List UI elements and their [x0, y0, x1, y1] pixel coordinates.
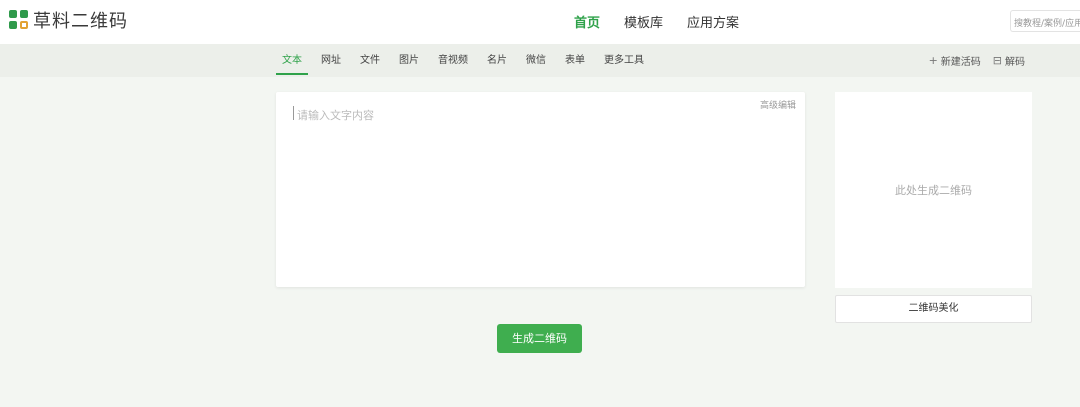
logo-icon	[9, 10, 29, 30]
tab-url[interactable]: 网址	[315, 44, 347, 77]
text-caret	[293, 106, 294, 120]
qr-preview-panel: 此处生成二维码	[835, 92, 1032, 288]
tab-audio-video[interactable]: 音视频	[432, 44, 474, 77]
qr-preview-hint: 此处生成二维码	[895, 184, 972, 197]
type-tabs: 文本 网址 文件 图片 音视频 名片 微信 表单 更多工具	[276, 44, 650, 77]
new-live-code-button[interactable]: + 新建活码	[929, 53, 981, 68]
tab-business-card[interactable]: 名片	[481, 44, 513, 77]
top-header: 草料二维码 首页 模板库 应用方案 搜教程/案例/应用	[0, 0, 1080, 44]
tab-image[interactable]: 图片	[393, 44, 425, 77]
nav-item-solutions[interactable]: 应用方案	[687, 12, 739, 31]
tab-text[interactable]: 文本	[276, 44, 308, 77]
decode-label: 解码	[1005, 57, 1025, 68]
plus-icon: +	[928, 54, 938, 67]
search-input[interactable]: 搜教程/案例/应用	[1010, 10, 1080, 32]
advanced-edit-link[interactable]: 高级编辑	[760, 98, 796, 111]
brand-name: 草料二维码	[33, 11, 128, 32]
editor-placeholder: 请输入文字内容	[297, 109, 374, 122]
tab-more-tools[interactable]: 更多工具	[598, 44, 650, 77]
tab-form[interactable]: 表单	[559, 44, 591, 77]
tab-wechat[interactable]: 微信	[520, 44, 552, 77]
qr-beautify-button[interactable]: 二维码美化	[835, 295, 1032, 323]
decode-button[interactable]: ⊟ 解码	[993, 53, 1025, 68]
nav-item-home[interactable]: 首页	[574, 12, 600, 31]
scan-icon: ⊟	[992, 54, 1002, 67]
generate-qr-button[interactable]: 生成二维码	[497, 324, 582, 353]
nav-item-templates[interactable]: 模板库	[624, 12, 663, 31]
brand-logo[interactable]: 草料二维码	[9, 9, 128, 32]
sub-actions: + 新建活码 ⊟ 解码	[917, 44, 1025, 77]
text-content-editor[interactable]: 请输入文字内容 高级编辑	[276, 92, 805, 287]
type-tab-bar: 文本 网址 文件 图片 音视频 名片 微信 表单 更多工具 + 新建活码 ⊟ 解…	[0, 44, 1080, 77]
tab-file[interactable]: 文件	[354, 44, 386, 77]
new-live-code-label: 新建活码	[940, 57, 981, 68]
main-nav: 首页 模板库 应用方案	[574, 12, 763, 31]
